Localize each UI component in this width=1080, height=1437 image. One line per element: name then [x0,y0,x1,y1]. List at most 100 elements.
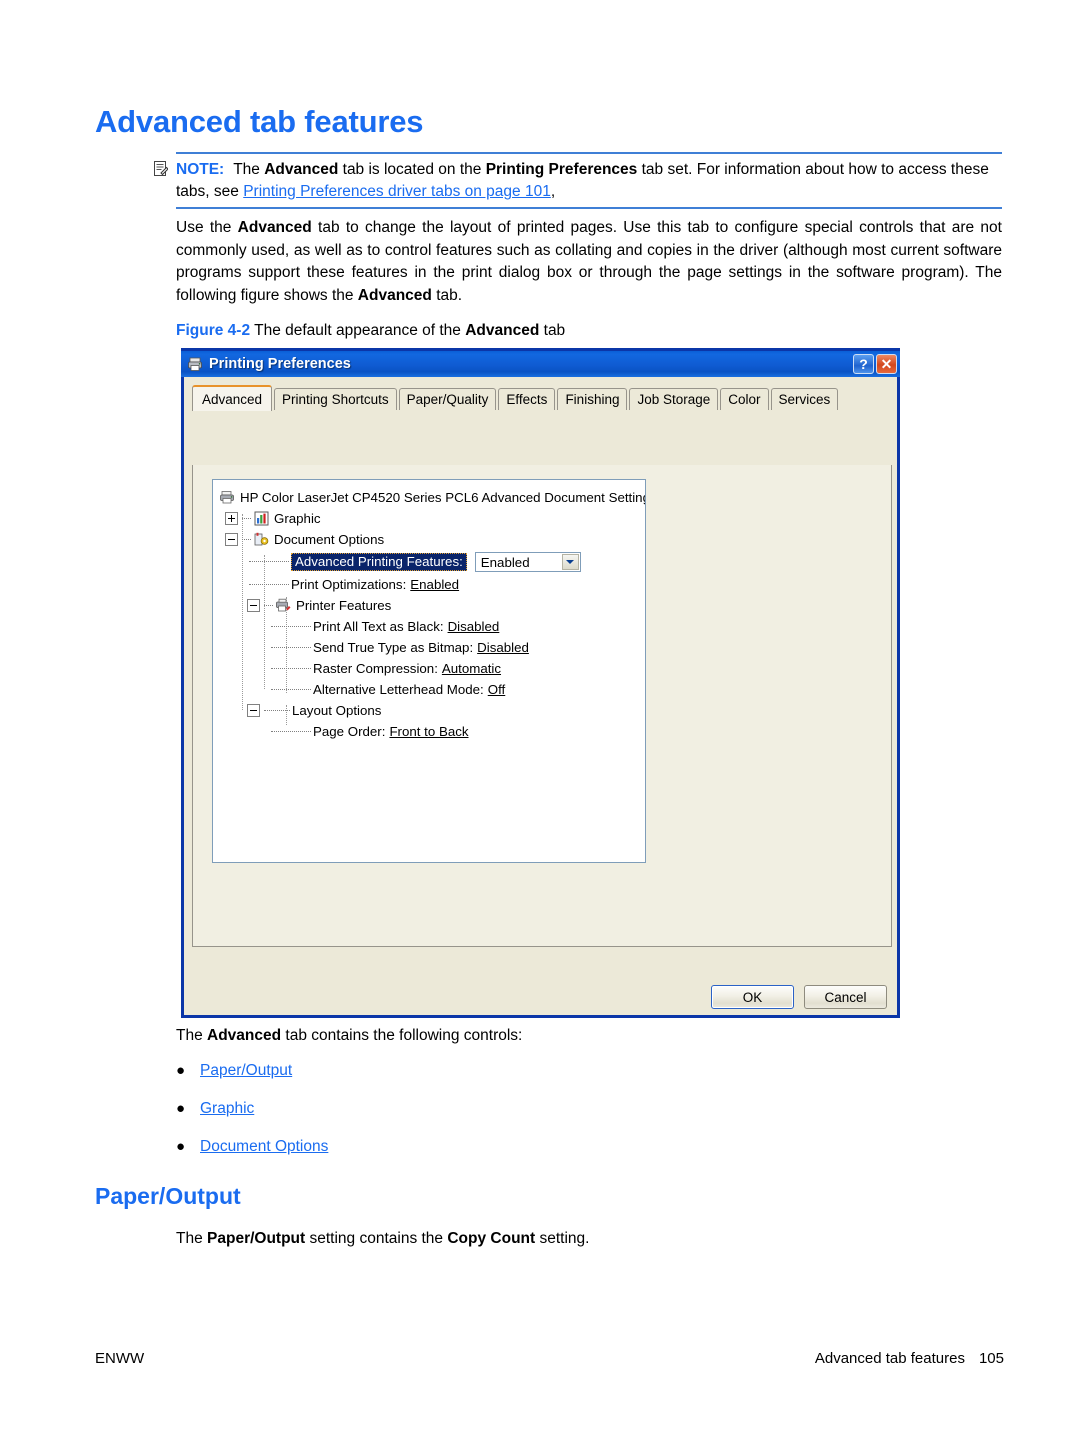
list-item: ● Paper/Output [176,1060,676,1098]
page-title: Advanced tab features [95,104,424,139]
advanced-printing-features-select[interactable]: Enabled [474,552,581,572]
controls-paragraph: The Advanced tab contains the following … [176,1025,876,1048]
dialog-tabstrip: Advanced Printing Shortcuts Paper/Qualit… [192,384,897,411]
alternative-letterhead-mode-value[interactable]: Off [488,682,506,698]
tree-dash [271,625,311,628]
tree-row[interactable]: Document Options [219,529,645,550]
print-optimizations-label: Print Optimizations: [291,576,407,592]
tree-row[interactable]: Page Order: Front to Back [219,721,645,742]
po-text-3: setting. [535,1230,590,1247]
page-order-value[interactable]: Front to Back [389,724,468,740]
tree-row[interactable]: Print All Text as Black: Disabled [219,616,645,637]
controls-text-2: tab contains the following controls: [281,1027,523,1044]
tree-row[interactable]: Send True Type as Bitmap: Disabled [219,637,645,658]
tree-root-label: HP Color LaserJet CP4520 Series PCL6 Adv… [240,489,646,505]
send-truetype-as-bitmap-value[interactable]: Disabled [477,640,529,656]
note-icon [154,161,168,176]
send-truetype-as-bitmap-label: Send True Type as Bitmap: [313,639,474,655]
footer-left: ENWW [95,1350,145,1367]
advanced-settings-tree[interactable]: HP Color LaserJet CP4520 Series PCL6 Adv… [212,479,646,863]
document-page: Advanced tab features NOTE: The Advanced … [0,0,1080,1437]
raster-compression-label: Raster Compression: [313,660,438,676]
tree-graphic-label: Graphic [274,510,321,526]
collapse-icon[interactable] [225,533,238,546]
note-bold-advanced: Advanced [264,161,339,178]
tab-paper-quality[interactable]: Paper/Quality [398,388,497,410]
bullet-icon: ● [176,1100,186,1117]
dialog-title: Printing Preferences [209,356,351,372]
printing-preferences-dialog: Printing Preferences ? ✕ Advanced Printi… [181,348,900,1018]
tree-row[interactable]: Graphic [219,508,645,529]
intro-text-3: tab. [431,286,463,304]
tree-dash [242,538,251,541]
note-text-1: The [233,161,265,178]
tree-dash [271,688,311,691]
tree-dash [264,604,273,607]
printer-icon [219,490,236,505]
print-optimizations-value[interactable]: Enabled [410,577,459,593]
cancel-button[interactable]: Cancel [804,985,887,1009]
tree-row[interactable]: Layout Options [219,700,645,721]
raster-compression-value[interactable]: Automatic [442,661,501,677]
tree-row[interactable]: Alternative Letterhead Mode: Off [219,679,645,700]
tab-services[interactable]: Services [770,388,839,410]
note-text-2: tab is located on the [338,161,486,178]
intro-text-1: Use the [176,219,238,236]
tree-row[interactable]: Raster Compression: Automatic [219,658,645,679]
collapse-icon[interactable] [247,704,260,717]
figure-caption-text-1: The default appearance of the [250,322,466,339]
dialog-button-bar: OK Cancel [184,985,897,1009]
tree-dash [264,709,290,712]
tab-color[interactable]: Color [720,388,769,410]
paper-output-paragraph: The Paper/Output setting contains the Co… [176,1228,936,1251]
chevron-down-icon[interactable] [561,554,579,570]
tab-advanced[interactable]: Advanced [192,385,273,411]
intro-bold-2: Advanced [357,286,432,304]
graphic-icon [253,511,270,526]
printer-features-label: Printer Features [296,597,392,613]
footer-right: Advanced tab features 105 [815,1350,1004,1367]
help-button[interactable]: ? [853,354,874,374]
close-icon[interactable]: ✕ [876,354,897,374]
note-text-4: , [550,183,556,200]
alternative-letterhead-mode-label: Alternative Letterhead Mode: [313,681,484,697]
po-bold-2: Copy Count [447,1230,536,1247]
footer-section-title: Advanced tab features [814,1350,965,1367]
tree-dash [271,667,311,670]
note-block: NOTE: The Advanced tab is located on the … [154,152,1002,209]
ok-button[interactable]: OK [711,985,794,1009]
tree-row[interactable]: Print Optimizations: Enabled [219,574,645,595]
advanced-printing-features-value: Enabled [480,554,530,570]
note-cross-reference-link[interactable]: Printing Preferences driver tabs on page… [243,183,551,200]
list-item: ● Graphic [176,1098,676,1136]
link-graphic[interactable]: Graphic [200,1098,254,1120]
tree-row[interactable]: Printer Features [219,595,645,616]
tab-printing-shortcuts[interactable]: Printing Shortcuts [274,388,397,410]
expand-icon[interactable] [225,512,238,525]
printer-icon [188,357,202,371]
link-document-options[interactable]: Document Options [200,1136,328,1158]
po-text-1: The [176,1230,208,1247]
tree-row[interactable]: Advanced Printing Features: Enabled [219,550,645,574]
bullet-icon: ● [176,1062,186,1079]
advanced-printing-features-label[interactable]: Advanced Printing Features: [291,553,467,571]
tree-dash [249,561,289,563]
tree-dash [271,730,311,733]
printer-features-icon [275,598,292,613]
page-order-label: Page Order: [313,723,386,739]
tab-finishing[interactable]: Finishing [557,388,628,410]
note-label: NOTE: [176,161,225,178]
tree-dash [271,646,311,649]
controls-bullet-list: ● Paper/Output ● Graphic ● Document Opti… [176,1060,676,1174]
note-bold-printing-preferences: Printing Preferences [485,161,638,178]
page-number: 105 [978,1350,1004,1367]
tree-document-options-label: Document Options [274,531,385,547]
link-paper-output[interactable]: Paper/Output [200,1060,292,1082]
print-all-text-as-black-value[interactable]: Disabled [448,619,500,635]
controls-bold: Advanced [207,1027,282,1044]
tab-job-storage[interactable]: Job Storage [629,388,719,410]
tree-row[interactable]: HP Color LaserJet CP4520 Series PCL6 Adv… [219,487,645,508]
tab-effects[interactable]: Effects [498,388,556,410]
collapse-icon[interactable] [247,599,260,612]
po-text-2: setting contains the [305,1230,448,1247]
